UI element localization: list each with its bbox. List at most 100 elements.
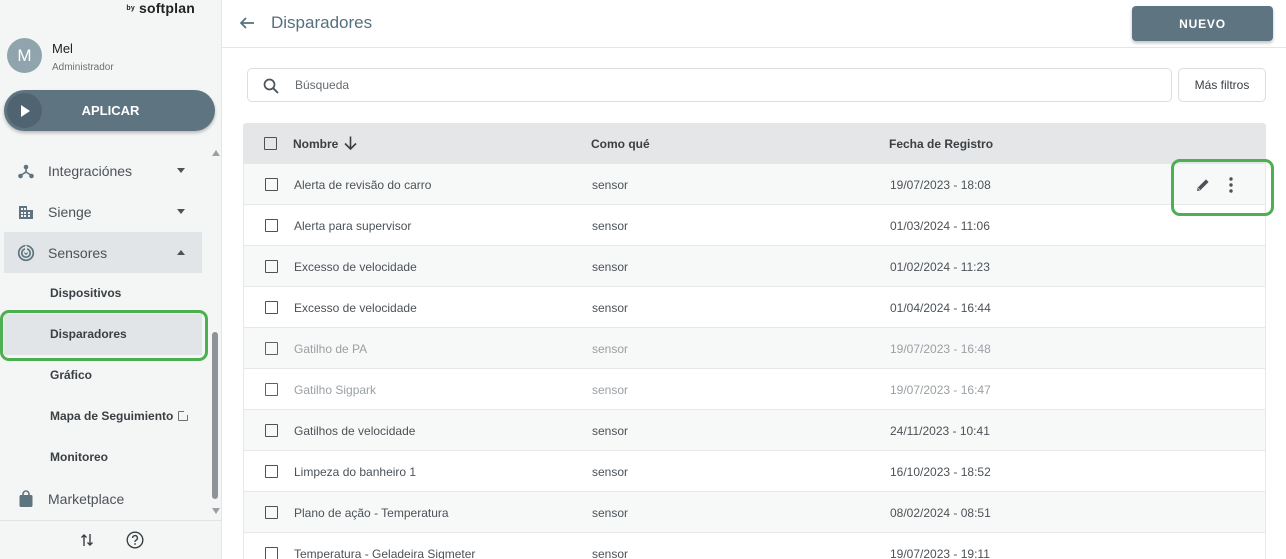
integrations-icon bbox=[18, 164, 34, 179]
sidebar-subitem-label: Mapa de Seguimiento bbox=[50, 409, 174, 423]
cell-date: 19/07/2023 - 16:47 bbox=[890, 383, 991, 397]
table-row[interactable]: Plano de ação - Temperatura sensor 08/02… bbox=[243, 492, 1266, 533]
row-checkbox[interactable] bbox=[265, 342, 278, 355]
cell-date: 01/04/2024 - 16:44 bbox=[890, 301, 991, 315]
row-actions bbox=[1186, 173, 1246, 197]
search-bar[interactable] bbox=[247, 68, 1172, 102]
chevron-down-icon bbox=[177, 168, 185, 173]
sidebar-subitem-mapa-de-seguimiento[interactable]: Mapa de Seguimiento bbox=[0, 396, 210, 437]
sidebar-item-sensores[interactable]: Sensores bbox=[4, 232, 202, 273]
sidebar-subitem-label-wrap: Mapa de Seguimiento bbox=[50, 409, 190, 423]
sidebar-footer bbox=[0, 520, 222, 559]
avatar: M bbox=[7, 38, 42, 73]
cell-name: Excesso de velocidade bbox=[294, 301, 417, 315]
row-checkbox[interactable] bbox=[265, 301, 278, 314]
triggers-table: Nombre Como qué Fecha de Registro Alerta… bbox=[243, 123, 1266, 559]
table-row[interactable]: Excesso de velocidade sensor 01/02/2024 … bbox=[243, 246, 1266, 287]
new-button[interactable]: NUEVO bbox=[1132, 6, 1273, 41]
column-header-name[interactable]: Nombre bbox=[293, 137, 338, 151]
sidebar-subitem-label: Monitoreo bbox=[50, 450, 108, 464]
cell-how: sensor bbox=[592, 219, 629, 233]
sidebar-subitem-dispositivos[interactable]: Dispositivos bbox=[0, 273, 210, 314]
scrollbar-thumb[interactable] bbox=[212, 332, 218, 499]
sort-descending-icon[interactable] bbox=[343, 135, 358, 151]
sidebar: by softplan M Mel Administrador APLICAR I… bbox=[0, 0, 222, 559]
sidebar-item-label: Integraciónes bbox=[48, 163, 133, 179]
table-row[interactable]: Alerta de revisão do carro sensor 19/07/… bbox=[243, 164, 1266, 205]
table-row[interactable]: Limpeza do banheiro 1 sensor 16/10/2023 … bbox=[243, 451, 1266, 492]
apply-button-label: APLICAR bbox=[81, 103, 140, 118]
cell-name: Alerta de revisão do carro bbox=[294, 178, 432, 192]
page-title: Disparadores bbox=[271, 13, 373, 32]
cell-how: sensor bbox=[592, 383, 629, 397]
cell-name: Plano de ação - Temperatura bbox=[294, 506, 449, 520]
user-profile[interactable]: M Mel Administrador bbox=[7, 38, 114, 73]
scroll-up-icon[interactable] bbox=[212, 150, 220, 156]
cell-date: 24/11/2023 - 10:41 bbox=[890, 424, 990, 438]
sidebar-nav: Integraciónes Sienge Sensores Dispositiv… bbox=[0, 150, 210, 519]
swap-vertical-icon[interactable] bbox=[77, 530, 97, 550]
more-vertical-icon[interactable] bbox=[1228, 176, 1234, 194]
cell-date: 01/02/2024 - 11:23 bbox=[890, 260, 990, 274]
table-row[interactable]: Excesso de velocidade sensor 01/04/2024 … bbox=[243, 287, 1266, 328]
cell-name: Gatilho de PA bbox=[294, 342, 368, 356]
sidebar-subitem-grafico[interactable]: Gráfico bbox=[0, 355, 210, 396]
table-row[interactable]: Gatilho de PA sensor 19/07/2023 - 16:48 bbox=[243, 328, 1266, 369]
cell-how: sensor bbox=[592, 424, 629, 438]
sidebar-item-label: Sensores bbox=[48, 245, 108, 261]
cell-how: sensor bbox=[592, 260, 629, 274]
sidebar-item-label: Sienge bbox=[48, 204, 92, 220]
back-arrow-icon[interactable] bbox=[238, 14, 256, 32]
sidebar-item-marketplace[interactable]: Marketplace bbox=[0, 478, 210, 519]
more-filters-button[interactable]: Más filtros bbox=[1178, 68, 1266, 102]
cell-how: sensor bbox=[592, 465, 629, 479]
cell-how: sensor bbox=[592, 547, 629, 559]
sidebar-scrollbar[interactable] bbox=[210, 150, 220, 518]
row-checkbox[interactable] bbox=[265, 383, 278, 396]
cell-date: 19/07/2023 - 19:11 bbox=[890, 547, 990, 559]
user-name: Mel bbox=[52, 40, 73, 56]
scroll-down-icon[interactable] bbox=[212, 508, 220, 514]
brand-prefix: by bbox=[126, 5, 135, 12]
cell-name: Limpeza do banheiro 1 bbox=[294, 465, 417, 479]
row-checkbox[interactable] bbox=[265, 506, 278, 519]
user-role: Administrador bbox=[52, 61, 114, 73]
cell-date: 16/10/2023 - 18:52 bbox=[890, 465, 991, 479]
table-row[interactable]: Alerta para supervisor sensor 01/03/2024… bbox=[243, 205, 1266, 246]
column-header-date: Fecha de Registro bbox=[889, 137, 994, 151]
row-checkbox[interactable] bbox=[265, 465, 278, 478]
row-checkbox[interactable] bbox=[265, 424, 278, 437]
select-all-checkbox[interactable] bbox=[264, 137, 277, 150]
cell-how: sensor bbox=[592, 301, 629, 315]
help-icon[interactable] bbox=[125, 530, 145, 550]
cell-name: Temperatura - Geladeira Sigmeter bbox=[294, 547, 476, 559]
row-checkbox[interactable] bbox=[265, 260, 278, 273]
sidebar-subitem-monitoreo[interactable]: Monitoreo bbox=[0, 437, 210, 478]
table-row[interactable]: Temperatura - Geladeira Sigmeter sensor … bbox=[243, 533, 1266, 559]
sidebar-subitem-label: Disparadores bbox=[50, 327, 127, 341]
play-icon bbox=[7, 93, 42, 128]
edit-pencil-icon[interactable] bbox=[1194, 176, 1212, 194]
table-row[interactable]: Gatilhos de velocidade sensor 24/11/2023… bbox=[243, 410, 1266, 451]
apply-button[interactable]: APLICAR bbox=[4, 90, 215, 131]
sidebar-item-sienge[interactable]: Sienge bbox=[0, 191, 210, 232]
table-row[interactable]: Gatilho Sigpark sensor 19/07/2023 - 16:4… bbox=[243, 369, 1266, 410]
cell-how: sensor bbox=[592, 342, 629, 356]
row-checkbox[interactable] bbox=[265, 219, 278, 232]
sidebar-item-integraciones[interactable]: Integraciónes bbox=[0, 150, 210, 191]
chevron-down-icon bbox=[177, 209, 185, 214]
cell-date: 08/02/2024 - 08:51 bbox=[890, 506, 991, 520]
row-checkbox[interactable] bbox=[265, 178, 278, 191]
sidebar-subitem-disparadores[interactable]: Disparadores bbox=[4, 314, 202, 355]
sidebar-subitem-label: Gráfico bbox=[50, 368, 93, 382]
cell-how: sensor bbox=[592, 506, 629, 520]
sensor-icon bbox=[17, 244, 35, 262]
table-header: Nombre Como qué Fecha de Registro bbox=[243, 123, 1266, 164]
search-input[interactable] bbox=[295, 69, 1155, 101]
cell-name: Gatilhos de velocidade bbox=[294, 424, 416, 438]
page-header: Disparadores NUEVO bbox=[222, 0, 1286, 48]
building-icon bbox=[19, 206, 33, 219]
search-icon bbox=[263, 78, 279, 94]
row-checkbox[interactable] bbox=[265, 547, 278, 559]
cell-how: sensor bbox=[592, 178, 629, 192]
